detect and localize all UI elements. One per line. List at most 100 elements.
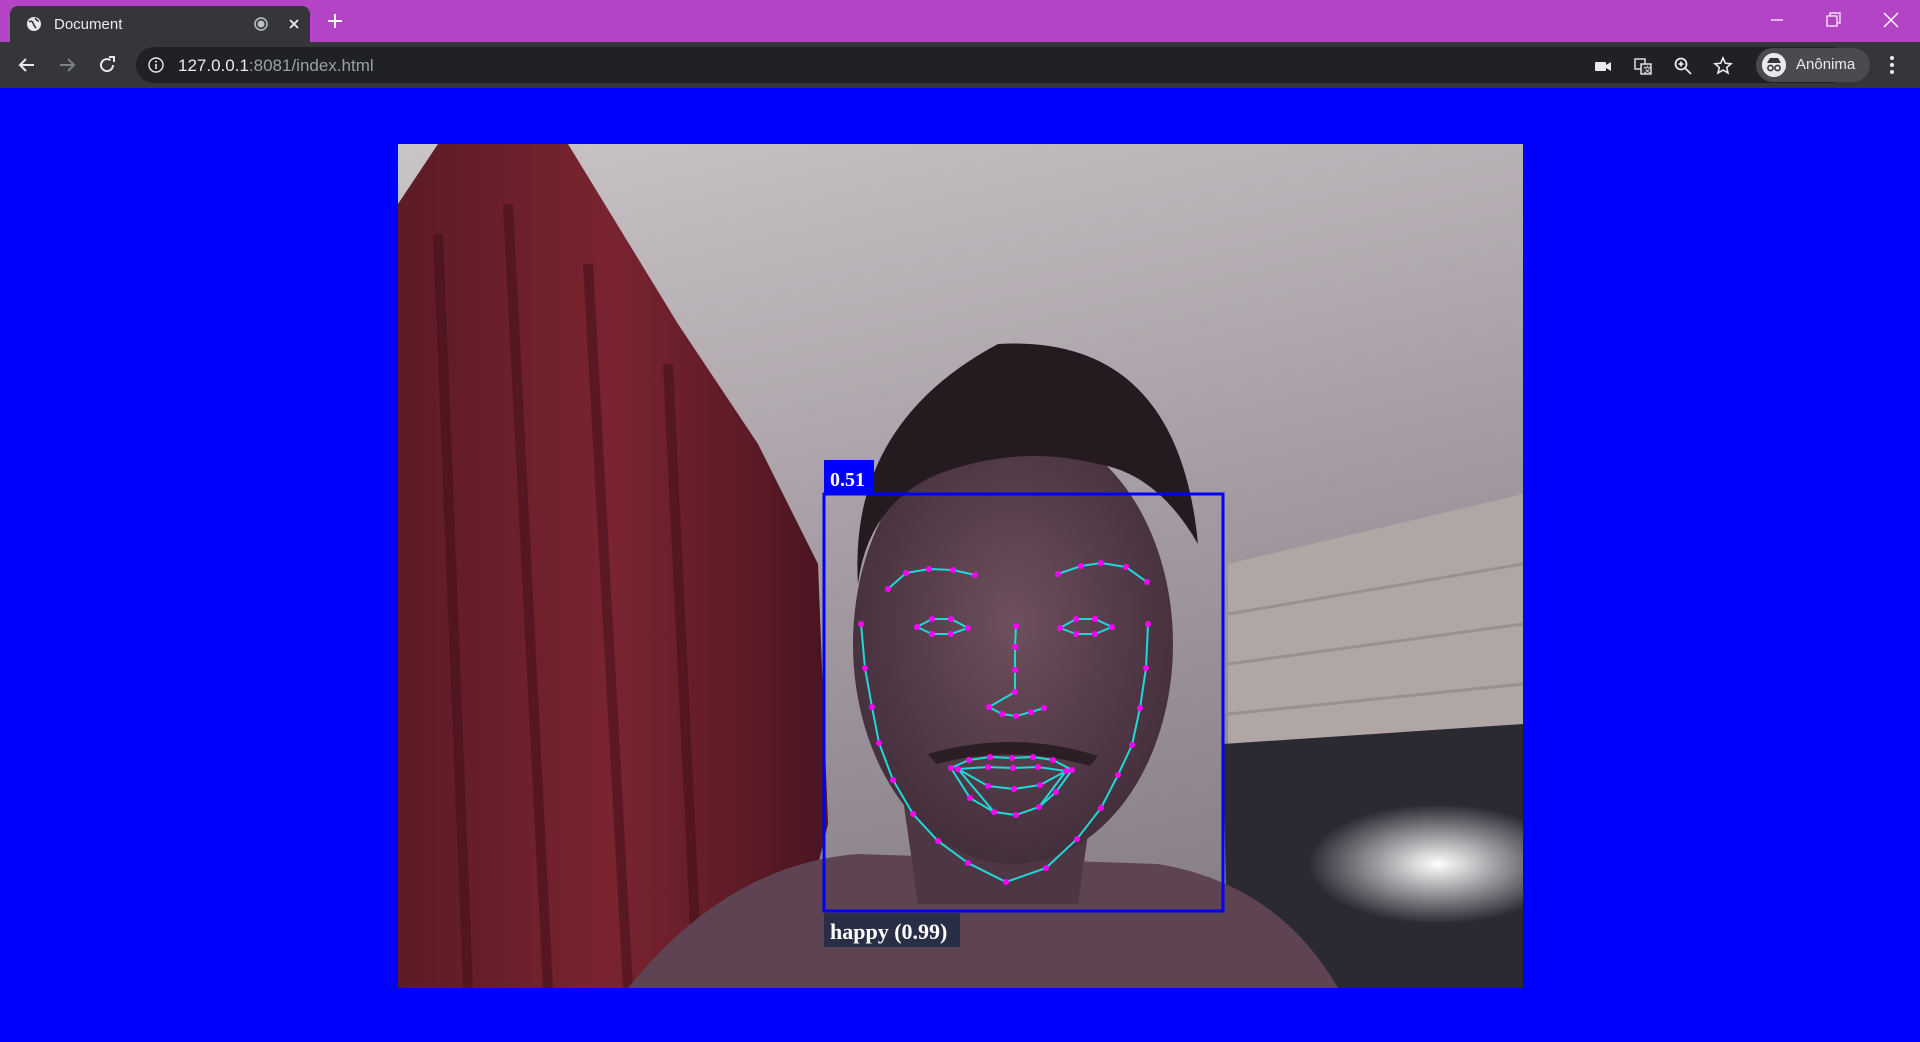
tab-title: Document [54, 16, 123, 33]
landmark-point [1073, 616, 1079, 622]
landmark-point [1013, 812, 1019, 818]
landmark-point [903, 570, 909, 576]
landmark-point [1123, 564, 1129, 570]
landmark-points [858, 560, 1151, 885]
landmark-point [1036, 804, 1042, 810]
incognito-icon [1762, 53, 1786, 77]
detection-overlay: 0.51 happy (0.99) [822, 460, 1225, 947]
plus-icon[interactable] [324, 10, 346, 32]
landmark-point [858, 621, 864, 627]
landmark-point [1012, 689, 1018, 695]
tab-document[interactable]: Document [10, 6, 310, 42]
info-icon[interactable] [148, 57, 164, 73]
landmark-point [948, 765, 954, 771]
landmark-point [1063, 768, 1069, 774]
camera-icon[interactable] [1593, 56, 1613, 76]
landmark-point [1143, 665, 1149, 671]
landmark-point [991, 809, 997, 815]
landmark-point [1053, 789, 1059, 795]
landmark-point [950, 567, 956, 573]
landmark-point [966, 757, 972, 763]
landmark-point [1078, 563, 1084, 569]
incognito-profile-button[interactable]: Anônima [1756, 48, 1870, 82]
svg-text:文: 文 [1644, 65, 1652, 75]
score-label: 0.51 [830, 469, 865, 491]
landmark-point [948, 631, 954, 637]
landmark-point [1028, 709, 1034, 715]
minimize-icon[interactable] [1765, 8, 1789, 32]
landmark-point [1012, 667, 1018, 673]
landmark-point [985, 764, 991, 770]
landmark-point [972, 572, 978, 578]
landmark-point [986, 704, 992, 710]
landmark-point [1057, 625, 1063, 631]
landmark-point [955, 766, 961, 772]
landmark-point [1050, 757, 1056, 763]
close-icon[interactable] [286, 16, 302, 32]
landmark-point [1041, 705, 1047, 711]
landmark-point [967, 795, 973, 801]
landmark-point [965, 860, 971, 866]
landmark-point [965, 625, 971, 631]
landmark-point [1137, 705, 1143, 711]
restore-icon[interactable] [1821, 8, 1845, 32]
browser-toolbar: 127.0.0.1:8081/index.html 文 Anônima [0, 42, 1920, 88]
landmark-point [948, 616, 954, 622]
landmark-point [1035, 764, 1041, 770]
landmark-point [1043, 865, 1049, 871]
kebab-menu-icon[interactable] [1880, 53, 1904, 77]
landmark-point [1092, 631, 1098, 637]
star-icon[interactable] [1713, 56, 1733, 76]
landmark-point [890, 777, 896, 783]
address-bar[interactable]: 127.0.0.1:8081/index.html 文 [136, 47, 1850, 83]
landmark-point [914, 624, 920, 630]
landmark-point [1012, 644, 1018, 650]
landmark-point [1009, 755, 1015, 761]
url-path: :8081/index.html [248, 56, 374, 75]
url-text[interactable]: 127.0.0.1:8081/index.html [178, 56, 374, 76]
landmark-point [929, 631, 935, 637]
arrow-left-icon[interactable] [15, 53, 39, 77]
landmark-point [999, 711, 1005, 717]
zoom-icon[interactable] [1673, 56, 1693, 76]
landmark-point [876, 740, 882, 746]
landmark-point [985, 783, 991, 789]
landmark-point [1115, 772, 1121, 778]
landmark-point [1011, 786, 1017, 792]
landmark-point [926, 566, 932, 572]
landmark-point [910, 811, 916, 817]
landmark-point [1145, 621, 1151, 627]
landmark-point [1109, 624, 1115, 630]
landmark-point [1098, 560, 1104, 566]
landmark-point [1037, 782, 1043, 788]
landmark-point [885, 586, 891, 592]
landmark-point [987, 754, 993, 760]
landmark-point [1069, 767, 1075, 773]
landmark-point [1129, 742, 1135, 748]
webcam-video: 0.51 happy (0.99) [398, 144, 1523, 988]
landmark-point [1073, 631, 1079, 637]
reload-icon[interactable] [95, 53, 119, 77]
landmark-point [1074, 836, 1080, 842]
arrow-right-icon[interactable] [55, 53, 79, 77]
landmark-point [1030, 754, 1036, 760]
landmark-point [1055, 571, 1061, 577]
landmark-point [935, 838, 941, 844]
expression-label: happy (0.99) [830, 919, 947, 944]
translate-icon[interactable]: 文 [1633, 56, 1653, 76]
landmark-point [1013, 623, 1019, 629]
recording-icon [254, 17, 268, 31]
landmark-point [1098, 805, 1104, 811]
face-bounding-box [822, 492, 1225, 913]
landmark-point [869, 704, 875, 710]
globe-icon [27, 17, 41, 31]
face-landmarks [860, 561, 1149, 884]
landmark-point [1010, 765, 1016, 771]
landmark-point [1144, 579, 1150, 585]
landmark-point [1092, 616, 1098, 622]
window-close-icon[interactable] [1879, 8, 1903, 32]
url-host: 127.0.0.1 [178, 56, 249, 75]
landmark-point [862, 665, 868, 671]
landmark-point [929, 616, 935, 622]
landmark-point [1013, 713, 1019, 719]
